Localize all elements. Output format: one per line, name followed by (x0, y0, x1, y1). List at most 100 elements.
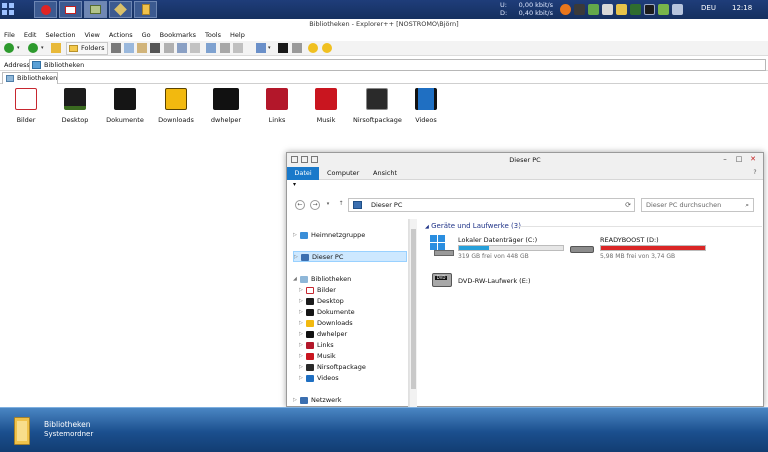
up-folder-icon[interactable] (51, 43, 61, 53)
tree-item-musik[interactable]: ▷ Musik (299, 351, 336, 362)
ribbon-expand-icon[interactable]: ? (751, 169, 759, 177)
tree-item-dieser-pc[interactable]: ▷ Dieser PC (293, 251, 407, 262)
search-icon[interactable]: ⌕ (745, 199, 749, 211)
new-folder-icon[interactable] (220, 43, 230, 53)
opera-task-button[interactable] (34, 1, 57, 18)
drive-item-c[interactable]: Lokaler Datenträger (C:) 319 GB frei von… (430, 235, 570, 265)
back-button[interactable]: ← (295, 200, 305, 210)
tree-item-heimnetzgruppe[interactable]: ▷ Heimnetzgruppe (293, 230, 365, 241)
start-icon[interactable] (2, 3, 14, 15)
back-dropdown-icon[interactable]: ▾ (17, 43, 23, 53)
notes-icon[interactable] (616, 4, 627, 15)
pc-search-input[interactable]: Dieser PC durchsuchen ⌕ (641, 198, 754, 212)
menu-view[interactable]: View (84, 30, 99, 40)
library-item-bilder[interactable]: Bilder (6, 88, 46, 124)
tree-item-dwhelper[interactable]: ▷ dwhelper (299, 329, 347, 340)
menu-edit[interactable]: Edit (24, 30, 37, 40)
flag-icon[interactable] (602, 4, 613, 15)
menu-tools[interactable]: Tools (205, 30, 221, 40)
app-icon[interactable] (291, 156, 298, 163)
group-header-devices[interactable]: ◢ Geräte und Laufwerke (3) (425, 222, 521, 230)
tab-computer[interactable]: Computer (321, 167, 365, 180)
library-item-dokumente[interactable]: Dokumente (105, 88, 145, 124)
views-dropdown-icon[interactable]: ▾ (268, 43, 274, 53)
paste-icon[interactable] (137, 43, 147, 53)
menu-selection[interactable]: Selection (45, 30, 75, 40)
language-indicator[interactable]: DEU (701, 4, 716, 12)
search-icon[interactable] (206, 43, 216, 53)
menu-actions[interactable]: Actions (109, 30, 133, 40)
menu-help[interactable]: Help (230, 30, 245, 40)
library-item-nirsoftpackage[interactable]: Nirsoftpackage (353, 88, 402, 124)
app-icon[interactable] (630, 4, 641, 15)
scrollbar-thumb[interactable] (411, 229, 416, 389)
navigation-scrollbar[interactable] (409, 219, 417, 407)
monitor-icon[interactable] (644, 4, 655, 15)
forward-icon[interactable] (28, 43, 38, 53)
tab-datei[interactable]: Datei (287, 167, 319, 180)
rename-icon[interactable] (292, 43, 302, 53)
library-item-musik[interactable]: Musik (306, 88, 346, 124)
refresh-icon[interactable]: ⟳ (625, 199, 631, 211)
back-icon[interactable] (4, 43, 14, 53)
close-button[interactable]: ✕ (747, 155, 759, 164)
menu-file[interactable]: File (4, 30, 15, 40)
desktop-icon (306, 298, 314, 305)
tree-item-bibliotheken[interactable]: ◢ Bibliotheken (293, 274, 351, 285)
mail-task-button[interactable] (59, 1, 82, 18)
clock[interactable]: 12:18 (732, 4, 752, 12)
tree-item-videos[interactable]: ▷ Videos (299, 373, 339, 384)
volume-icon[interactable] (672, 4, 683, 15)
forward-button[interactable]: → (310, 200, 320, 210)
forward-dropdown-icon[interactable]: ▾ (41, 43, 47, 53)
library-item-links[interactable]: Links (257, 88, 297, 124)
tree-item-desktop[interactable]: ▷ Desktop (299, 296, 344, 307)
shield-icon[interactable] (574, 4, 585, 15)
tree-item-bilder[interactable]: ▷ Bilder (299, 285, 336, 296)
views-icon[interactable] (256, 43, 266, 53)
tree-item-dokumente[interactable]: ▷ Dokumente (299, 307, 355, 318)
tree-item-downloads[interactable]: ▷ Downloads (299, 318, 353, 329)
ribbon-pin[interactable]: ▾ (287, 181, 763, 189)
tree-item-links[interactable]: ▷ Links (299, 340, 334, 351)
cut-icon[interactable] (111, 43, 121, 53)
drive-item-e[interactable]: DVD DVD-RW-Laufwerk (E:) (430, 269, 570, 295)
network-icon[interactable] (658, 4, 669, 15)
image-viewer-task-button[interactable] (84, 1, 107, 18)
recent-dropdown-icon[interactable]: ▾ (325, 200, 331, 210)
menu-bookmarks[interactable]: Bookmarks (160, 30, 196, 40)
minimize-button[interactable]: – (719, 155, 731, 164)
library-item-downloads[interactable]: Downloads (156, 88, 196, 124)
properties-icon[interactable] (190, 43, 200, 53)
new-folder-icon[interactable] (311, 156, 318, 163)
package-icon (366, 88, 388, 110)
pc-address-bar[interactable]: Dieser PC ⟳ (348, 198, 635, 212)
firefox-icon[interactable] (560, 4, 571, 15)
properties-icon[interactable] (301, 156, 308, 163)
folders-button[interactable]: Folders (66, 42, 109, 55)
display-icon[interactable] (588, 4, 599, 15)
tree-item-nirsoftpackage[interactable]: ▷ Nirsoftpackage (299, 362, 366, 373)
copy-icon[interactable] (124, 43, 134, 53)
move-to-icon[interactable] (164, 43, 174, 53)
up-button[interactable]: ↑ (336, 200, 346, 210)
maximize-button[interactable]: □ (733, 155, 745, 164)
delete-icon[interactable] (150, 43, 160, 53)
drive-item-d[interactable]: READYBOOST (D:) 5,98 MB frei von 3,74 GB (570, 235, 710, 265)
tab-bibliotheken[interactable]: Bibliotheken (2, 72, 58, 84)
explorer-task-button[interactable] (134, 1, 157, 18)
address-input[interactable]: Bibliotheken (29, 59, 766, 71)
tree-item-netzwerk[interactable]: ▷ Netzwerk (293, 395, 342, 406)
tab-ansicht[interactable]: Ansicht (367, 167, 403, 180)
command-prompt-icon[interactable] (278, 43, 288, 53)
library-item-videos[interactable]: Videos (406, 88, 446, 124)
tool-task-button[interactable] (109, 1, 132, 18)
library-item-dwhelper[interactable]: dwhelper (206, 88, 246, 124)
library-item-desktop[interactable]: Desktop (55, 88, 95, 124)
copy-to-icon[interactable] (177, 43, 187, 53)
bookmarks-icon[interactable] (322, 43, 332, 53)
refresh-icon[interactable] (233, 43, 243, 53)
documents-icon (114, 88, 136, 110)
menu-go[interactable]: Go (142, 30, 151, 40)
bookmark-add-icon[interactable] (308, 43, 318, 53)
